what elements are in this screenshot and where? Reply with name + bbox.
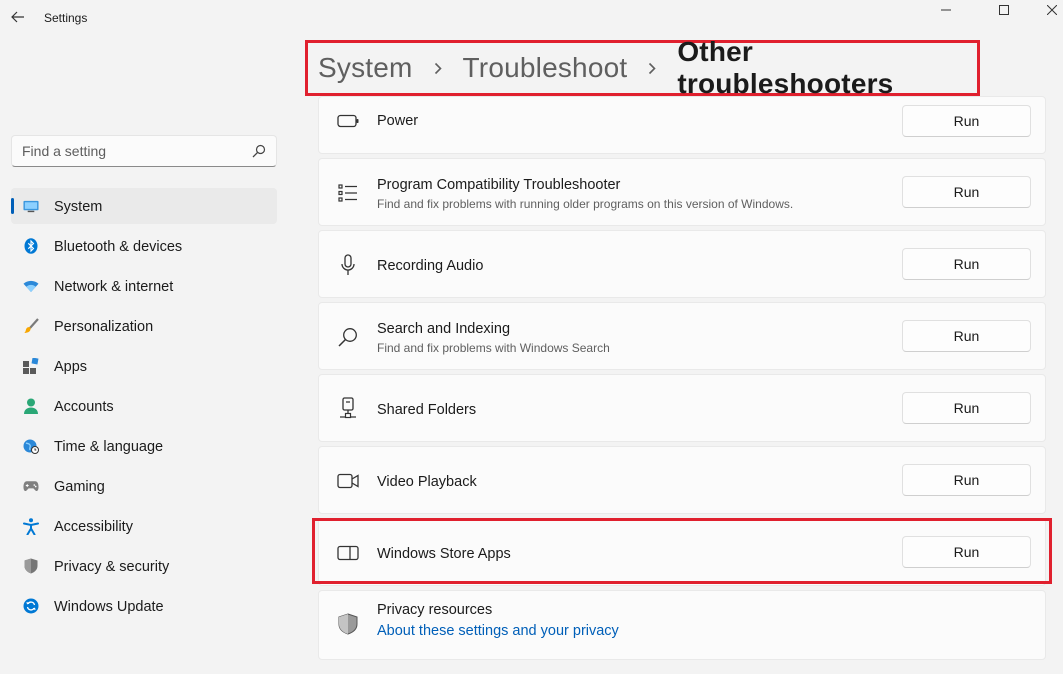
chevron-right-icon: [637, 54, 667, 82]
troubleshooter-title: Power: [377, 113, 419, 129]
sidebar-item-windows-update[interactable]: Windows Update: [11, 588, 277, 624]
minimize-button[interactable]: [926, 0, 966, 20]
bluetooth-icon: [23, 238, 39, 254]
troubleshooter-item-video-playback: Video Playback Run: [318, 446, 1046, 514]
troubleshooter-description: Find and fix problems with Windows Searc…: [377, 341, 610, 355]
close-icon: [1047, 5, 1057, 15]
sidebar-item-apps[interactable]: Apps: [11, 348, 277, 384]
troubleshooter-item-windows-store-apps: Windows Store Apps Run: [318, 518, 1046, 586]
title-bar: Settings: [0, 0, 1063, 36]
sidebar-item-label: Gaming: [54, 479, 105, 495]
troubleshooter-title: Shared Folders: [377, 402, 477, 418]
sidebar-item-label: System: [54, 199, 103, 215]
sidebar-item-personalization[interactable]: Personalization: [11, 308, 277, 344]
shield-icon: [337, 613, 359, 635]
back-button[interactable]: [6, 4, 30, 30]
close-button[interactable]: [1032, 0, 1063, 20]
sidebar-item-label: Privacy & security: [54, 559, 170, 575]
search-icon: [252, 144, 266, 158]
sidebar-item-label: Bluetooth & devices: [54, 239, 183, 255]
person-icon: [23, 398, 39, 414]
run-button-program-compatibility[interactable]: Run: [902, 176, 1031, 208]
search-input[interactable]: [12, 136, 242, 166]
troubleshooter-title: Windows Store Apps: [377, 546, 511, 562]
sidebar-item-label: Network & internet: [54, 279, 174, 295]
page-title: Other troubleshooters: [677, 36, 894, 99]
monitor-icon: [23, 198, 39, 214]
sidebar-item-label: Accessibility: [54, 519, 133, 535]
store-app-icon: [337, 542, 359, 564]
troubleshooter-title: Recording Audio: [377, 258, 484, 274]
sidebar-item-accounts[interactable]: Accounts: [11, 388, 277, 424]
troubleshooter-title: Search and Indexing: [377, 321, 511, 337]
back-arrow-icon: [11, 11, 24, 23]
globe-clock-icon: [23, 438, 39, 454]
run-button-shared-folders[interactable]: Run: [902, 392, 1031, 424]
battery-icon: [337, 110, 359, 132]
chevron-right-icon: [423, 54, 453, 82]
troubleshooter-item-recording-audio: Recording Audio Run: [318, 230, 1046, 298]
sidebar-item-label: Personalization: [54, 319, 154, 335]
sidebar-item-label: Accounts: [54, 399, 114, 415]
breadcrumb-item-system[interactable]: System: [318, 52, 413, 84]
list-icon: [337, 182, 359, 204]
maximize-icon: [999, 5, 1009, 15]
troubleshooter-title: Video Playback: [377, 474, 477, 490]
app-title: Settings: [44, 11, 88, 25]
troubleshooter-item-shared-folders: Shared Folders Run: [318, 374, 1046, 442]
troubleshooter-item-program-compatibility: Program Compatibility Troubleshooter Fin…: [318, 158, 1046, 226]
video-camera-icon: [337, 470, 359, 492]
run-button-power[interactable]: Run: [902, 105, 1031, 137]
sidebar-item-label: Time & language: [54, 439, 164, 455]
brush-icon: [23, 318, 39, 334]
troubleshooter-title: Program Compatibility Troubleshooter: [377, 177, 621, 193]
search-icon: [337, 326, 359, 348]
minimize-icon: [941, 9, 951, 11]
sidebar-item-network[interactable]: Network & internet: [11, 268, 277, 304]
troubleshooter-description: Find and fix problems with running older…: [377, 197, 794, 211]
microphone-icon: [337, 254, 359, 276]
sidebar-item-time-language[interactable]: Time & language: [11, 428, 277, 464]
wifi-icon: [23, 278, 39, 294]
sidebar-item-gaming[interactable]: Gaming: [11, 468, 277, 504]
apps-icon: [23, 358, 39, 374]
shield-icon: [23, 558, 39, 574]
run-button-recording-audio[interactable]: Run: [902, 248, 1031, 280]
sidebar-nav: System Bluetooth & devices Network & int…: [11, 188, 277, 628]
network-drive-icon: [337, 397, 359, 419]
sidebar-item-label: Windows Update: [54, 599, 164, 615]
sidebar-item-accessibility[interactable]: Accessibility: [11, 508, 277, 544]
troubleshooter-item-search-indexing: Search and Indexing Find and fix problem…: [318, 302, 1046, 370]
breadcrumb: System Troubleshoot Other troubleshooter…: [305, 36, 980, 99]
privacy-resources-card: Privacy resources About these settings a…: [318, 590, 1046, 660]
run-button-video-playback[interactable]: Run: [902, 464, 1031, 496]
sidebar-item-system[interactable]: System: [11, 188, 277, 224]
search-box[interactable]: [11, 135, 277, 167]
gamepad-icon: [23, 478, 39, 494]
run-button-search-indexing[interactable]: Run: [902, 320, 1031, 352]
sidebar-item-privacy-security[interactable]: Privacy & security: [11, 548, 277, 584]
accessibility-icon: [23, 517, 39, 535]
update-icon: [23, 598, 39, 614]
troubleshooter-item-power: Power Run: [318, 96, 1046, 154]
privacy-settings-link[interactable]: About these settings and your privacy: [377, 623, 619, 639]
breadcrumb-item-troubleshoot[interactable]: Troubleshoot: [463, 52, 628, 84]
sidebar-item-label: Apps: [54, 359, 88, 375]
privacy-resources-title: Privacy resources: [377, 602, 493, 618]
maximize-button[interactable]: [984, 0, 1024, 20]
sidebar-item-bluetooth[interactable]: Bluetooth & devices: [11, 228, 277, 264]
run-button-windows-store-apps[interactable]: Run: [902, 536, 1031, 568]
